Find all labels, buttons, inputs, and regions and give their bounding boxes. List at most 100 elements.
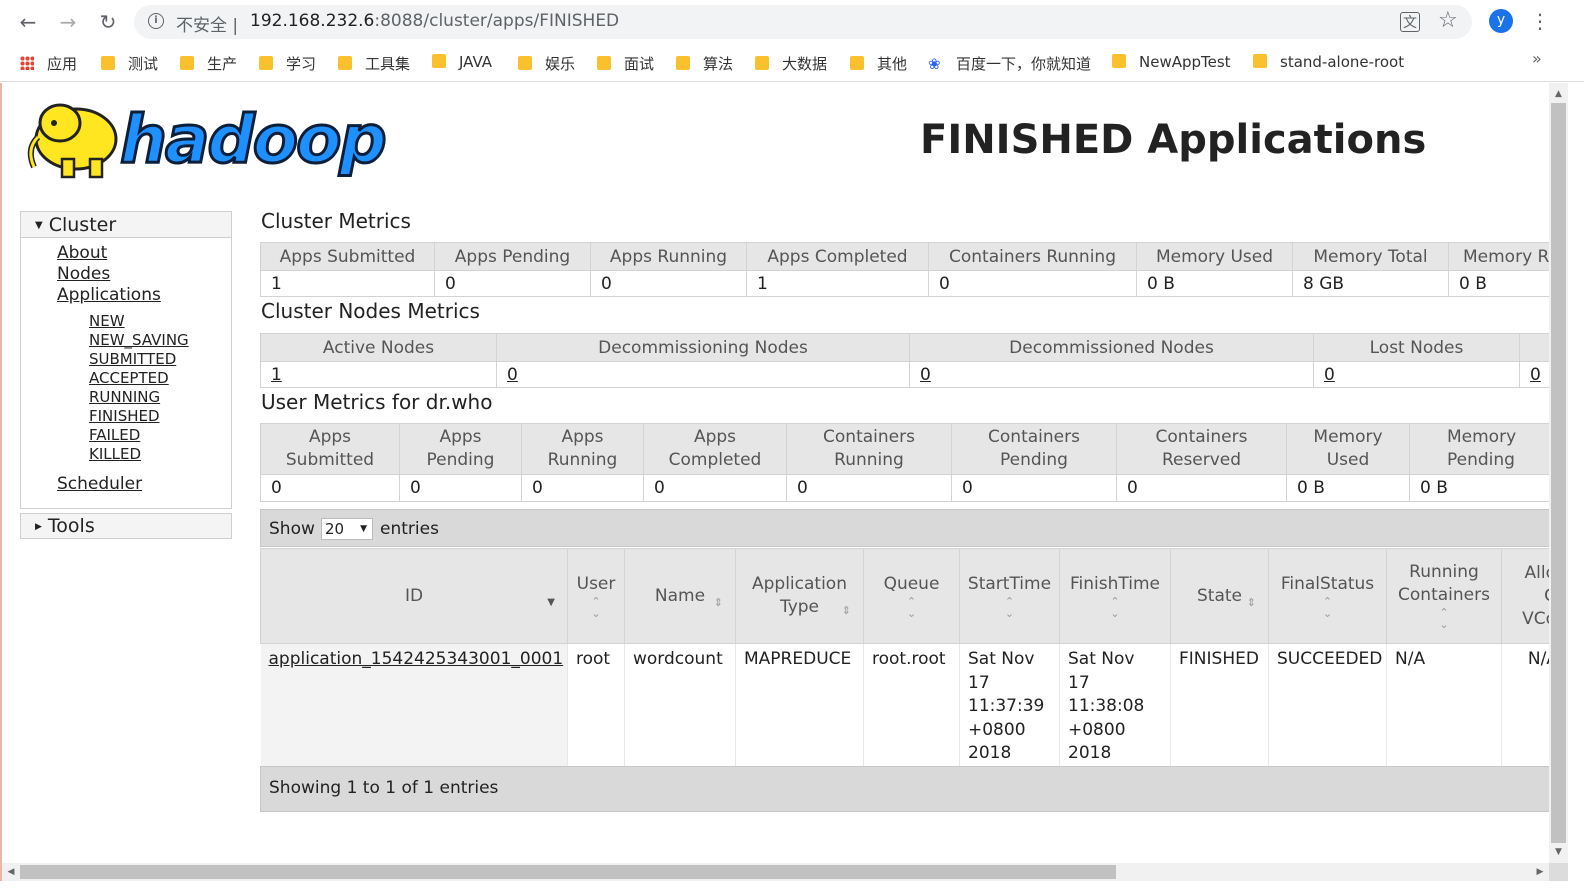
back-arrow-icon[interactable]: ←: [14, 8, 42, 36]
bookmark-folder[interactable]: 面试: [597, 53, 654, 73]
table-cell: 0 B: [1286, 474, 1410, 502]
table-cell: 0 B: [1409, 474, 1549, 502]
folder-icon: [597, 56, 611, 70]
table-cell: N/A: [1501, 643, 1549, 770]
sidebar-link-scheduler[interactable]: Scheduler: [57, 474, 142, 494]
horizontal-scrollbar[interactable]: ◀ ▶: [2, 863, 1549, 881]
table-cell: SUCCEEDED: [1268, 643, 1387, 770]
table-header: [1519, 333, 1549, 362]
node-count-link[interactable]: 0: [1313, 361, 1520, 388]
profile-avatar[interactable]: y: [1489, 9, 1513, 33]
bookmark-folder[interactable]: 生产: [180, 53, 237, 73]
column-header-allocated-vcores[interactable]: AlloCVCo: [1501, 548, 1549, 644]
sort-icon: ⌃ ⌄: [1439, 606, 1449, 631]
sidebar-link-nodes[interactable]: Nodes: [57, 264, 110, 284]
url-text[interactable]: 192.168.232.6:8088/cluster/apps/FINISHED: [250, 11, 619, 31]
sidebar-link-killed[interactable]: KILLED: [89, 445, 141, 463]
node-count-link[interactable]: 0: [1519, 361, 1549, 388]
cluster-metrics-table: Apps Submitted Apps Pending Apps Running…: [260, 242, 1549, 297]
app-id-link[interactable]: application_1542425343001_0001: [269, 649, 564, 669]
sidebar-link-finished[interactable]: FINISHED: [89, 407, 160, 425]
bookmarks-bar: 应用 测试 生产 学习 工具集 JAVA 娱乐 面试 算法 大数据 其他 ❀ 百度…: [0, 44, 1584, 82]
bookmarks-overflow-icon[interactable]: »: [1532, 49, 1542, 68]
table-cell: 0: [928, 270, 1137, 297]
folder-icon: [259, 56, 273, 70]
sidebar-link-about[interactable]: About: [57, 243, 107, 263]
table-header: Apps Submitted: [260, 242, 435, 271]
logo-wordmark: hadoop: [119, 100, 389, 180]
bookmark-baidu[interactable]: ❀ 百度一下，你就知道: [928, 53, 1091, 73]
folder-icon: [432, 54, 446, 68]
node-count-link[interactable]: 0: [496, 361, 910, 388]
scroll-left-icon[interactable]: ◀: [2, 863, 20, 881]
show-label: Show: [269, 519, 315, 539]
bookmark-folder[interactable]: 学习: [259, 53, 316, 73]
sidebar-link-new-saving[interactable]: NEW_SAVING: [89, 331, 189, 349]
user-metrics-table: Apps Submitted Apps Pending Apps Running Ap…: [260, 423, 1549, 502]
bookmark-folder[interactable]: 算法: [676, 53, 733, 73]
page-size-select[interactable]: 20 ▼: [321, 518, 373, 540]
security-label[interactable]: 不安全 |: [176, 11, 238, 36]
bookmark-folder[interactable]: stand-alone-root: [1253, 53, 1404, 73]
scroll-right-icon[interactable]: ▶: [1531, 863, 1549, 881]
table-header: Apps Running: [521, 423, 644, 475]
column-header-starttime[interactable]: StartTime ⌃ ⌄: [959, 548, 1060, 644]
more-menu-icon[interactable]: ⋮: [1530, 7, 1550, 35]
table-header: Containers Running: [928, 242, 1137, 271]
table-row: application_1542425343001_0001 root word…: [260, 643, 1549, 770]
table-header: Memory Used: [1136, 242, 1293, 271]
bookmark-folder[interactable]: 测试: [101, 53, 158, 73]
sort-icon: ⇕: [841, 604, 851, 617]
table-header: Memory Total: [1292, 242, 1449, 271]
sidebar-tools-header[interactable]: ▶ Tools: [21, 514, 231, 538]
column-header-running-containers[interactable]: Running Containers ⌃ ⌄: [1386, 548, 1502, 644]
bookmark-folder[interactable]: 娱乐: [518, 53, 575, 73]
datatable-info-bar: Showing 1 to 1 of 1 entries: [260, 766, 1549, 812]
column-header-user[interactable]: User ⌃ ⌄: [567, 548, 625, 644]
sidebar-link-running[interactable]: RUNNING: [89, 388, 160, 406]
sidebar-link-failed[interactable]: FAILED: [89, 426, 140, 444]
forward-arrow-icon[interactable]: →: [54, 8, 82, 36]
vertical-scrollbar[interactable]: ▲ ▼: [1549, 83, 1568, 863]
bookmark-folder[interactable]: JAVA: [432, 53, 492, 73]
table-header: Decommissioned Nodes: [909, 333, 1314, 362]
column-header-application-type[interactable]: Application Type ⇕: [735, 548, 864, 644]
sidebar-link-submitted[interactable]: SUBMITTED: [89, 350, 176, 368]
vertical-scroll-thumb[interactable]: [1551, 103, 1566, 843]
column-header-name[interactable]: Name ⇕: [624, 548, 736, 644]
sidebar-link-new[interactable]: NEW: [89, 312, 125, 330]
table-cell: 0: [521, 474, 644, 502]
bookmark-folder[interactable]: 工具集: [338, 53, 410, 73]
hadoop-logo[interactable]: hadoop: [24, 93, 394, 185]
bookmark-star-icon[interactable]: ☆: [1438, 8, 1458, 33]
table-cell: wordcount: [624, 643, 736, 770]
bookmark-folder[interactable]: NewAppTest: [1112, 53, 1231, 73]
column-header-state[interactable]: State ⇕: [1170, 548, 1269, 644]
bookmark-folder[interactable]: 其他: [850, 53, 907, 73]
finishtime-cell: Sat Nov 17 11:38:08 +0800 2018: [1059, 643, 1171, 770]
table-cell: 1: [746, 270, 929, 297]
sidebar-link-applications[interactable]: Applications: [57, 285, 161, 305]
bookmark-apps[interactable]: 应用: [20, 53, 77, 73]
horizontal-scroll-thumb[interactable]: [20, 865, 1116, 879]
info-icon[interactable]: i: [148, 13, 164, 29]
column-header-finishtime[interactable]: FinishTime ⌃ ⌄: [1059, 548, 1171, 644]
sidebar-cluster-header[interactable]: ▼ Cluster: [21, 212, 231, 238]
column-header-queue[interactable]: Queue ⌃ ⌄: [863, 548, 960, 644]
bookmark-folder[interactable]: 大数据: [755, 53, 827, 73]
folder-icon: [850, 56, 864, 70]
table-header: Apps Pending: [434, 242, 591, 271]
address-bar[interactable]: i 不安全 | 192.168.232.6:8088/cluster/apps/…: [134, 5, 1472, 39]
sidebar-link-accepted[interactable]: ACCEPTED: [89, 369, 169, 387]
translate-icon[interactable]: 文: [1400, 12, 1420, 32]
sort-icon: ⇕: [1246, 596, 1256, 609]
node-count-link[interactable]: 0: [909, 361, 1314, 388]
reload-icon[interactable]: ↻: [94, 8, 122, 36]
scroll-up-icon[interactable]: ▲: [1549, 85, 1568, 103]
column-header-finalstatus[interactable]: FinalStatus ⌃ ⌄: [1268, 548, 1387, 644]
table-cell: root.root: [863, 643, 960, 770]
table-cell: FINISHED: [1170, 643, 1269, 770]
scroll-down-icon[interactable]: ▼: [1549, 843, 1568, 861]
column-header-id[interactable]: ID ▼: [260, 548, 568, 644]
node-count-link[interactable]: 1: [260, 361, 497, 388]
